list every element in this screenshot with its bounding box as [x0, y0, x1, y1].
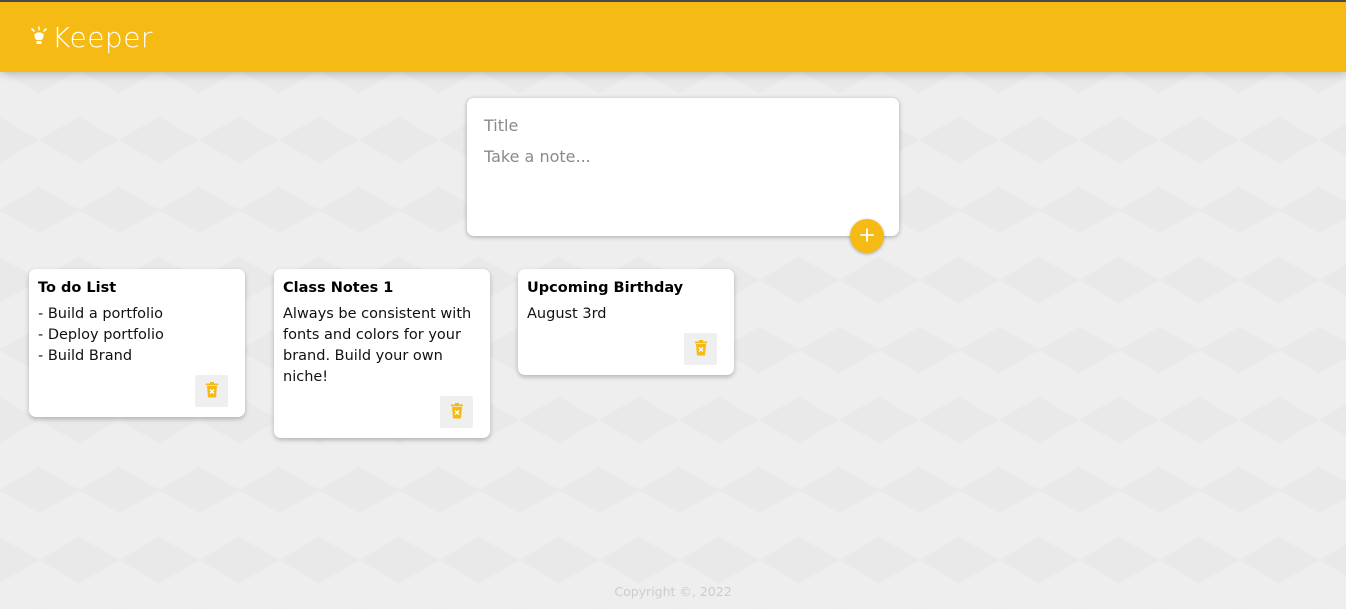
note-card: To do List - Build a portfolio - Deploy …	[29, 269, 245, 417]
delete-note-button[interactable]	[440, 396, 473, 428]
page-footer: Copyright ©, 2022	[0, 584, 1346, 599]
app-logo[interactable]: Keeper	[30, 21, 153, 54]
create-note-form	[467, 98, 899, 236]
trash-icon	[205, 381, 219, 401]
note-title: Upcoming Birthday	[527, 280, 684, 296]
plus-icon	[859, 227, 875, 246]
note-title: To do List	[38, 280, 117, 296]
note-content: - Build a portfolio - Deploy portfolio -…	[38, 306, 164, 364]
app-title: Keeper	[52, 20, 153, 54]
note-content: Always be consistent with fonts and colo…	[283, 306, 476, 385]
trash-icon	[450, 402, 464, 422]
note-title-input[interactable]	[484, 116, 882, 135]
app-header: Keeper	[0, 0, 1346, 72]
trash-icon	[694, 339, 708, 359]
note-card: Class Notes 1 Always be consistent with …	[274, 269, 490, 438]
add-note-button[interactable]	[850, 219, 884, 253]
delete-note-button[interactable]	[684, 333, 717, 365]
note-content: August 3rd	[527, 306, 607, 322]
note-title: Class Notes 1	[283, 280, 394, 296]
lightbulb-icon	[30, 26, 48, 48]
note-card: Upcoming Birthday August 3rd	[518, 269, 734, 375]
copyright-text: Copyright ©, 2022	[614, 584, 732, 599]
delete-note-button[interactable]	[195, 375, 228, 407]
note-content-input[interactable]	[484, 147, 882, 207]
